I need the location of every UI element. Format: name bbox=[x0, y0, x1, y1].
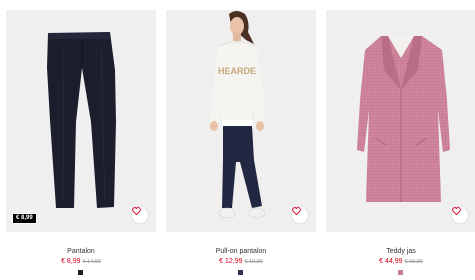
pink-teddy-coat-image bbox=[357, 36, 450, 202]
heart-icon bbox=[132, 207, 141, 215]
heart-icon bbox=[452, 207, 461, 215]
original-price: € 69,99 bbox=[404, 259, 423, 265]
navy-trousers-image bbox=[47, 32, 116, 208]
product-grid: € 8,99 Pantalon € 8,99 € 14,99 HEARDE Pu… bbox=[0, 0, 475, 280]
product-name[interactable]: Pantalon bbox=[6, 247, 156, 256]
product-name[interactable]: Pull-on pantalon bbox=[166, 247, 316, 256]
product-card-pull-on-pantalon[interactable]: HEARDE Pull-on pantalon € 12,99 € 19,99 bbox=[166, 0, 316, 280]
favorite-button[interactable] bbox=[451, 206, 469, 224]
original-price: € 14,99 bbox=[82, 259, 101, 265]
sale-price: € 12,99 bbox=[219, 258, 243, 265]
promo-price-badge: € 8,99 bbox=[12, 213, 37, 224]
product-price-line: € 8,99 € 14,99 bbox=[6, 257, 156, 267]
product-card-pantalon[interactable]: € 8,99 Pantalon € 8,99 € 14,99 bbox=[6, 0, 156, 280]
product-price-line: € 12,99 € 19,99 bbox=[166, 257, 316, 267]
model-in-sweatshirt-image: HEARDE bbox=[210, 11, 266, 219]
heart-icon bbox=[292, 207, 301, 215]
sale-price: € 44,99 bbox=[379, 258, 403, 265]
product-image[interactable]: HEARDE bbox=[166, 10, 316, 232]
product-image[interactable]: € 8,99 bbox=[6, 10, 156, 232]
color-swatch[interactable] bbox=[78, 270, 83, 275]
color-swatch[interactable] bbox=[398, 270, 403, 275]
product-name[interactable]: Teddy jas bbox=[326, 247, 475, 256]
original-price: € 19,99 bbox=[244, 259, 263, 265]
sweatshirt-print: HEARDE bbox=[218, 66, 256, 76]
color-swatch[interactable] bbox=[238, 270, 243, 275]
product-image[interactable] bbox=[326, 10, 475, 232]
favorite-button[interactable] bbox=[131, 206, 149, 224]
favorite-button[interactable] bbox=[291, 206, 309, 224]
product-price-line: € 44,99 € 69,99 bbox=[326, 257, 475, 267]
product-card-teddy-jas[interactable]: Teddy jas € 44,99 € 69,99 bbox=[326, 0, 475, 280]
sale-price: € 8,99 bbox=[61, 258, 81, 265]
